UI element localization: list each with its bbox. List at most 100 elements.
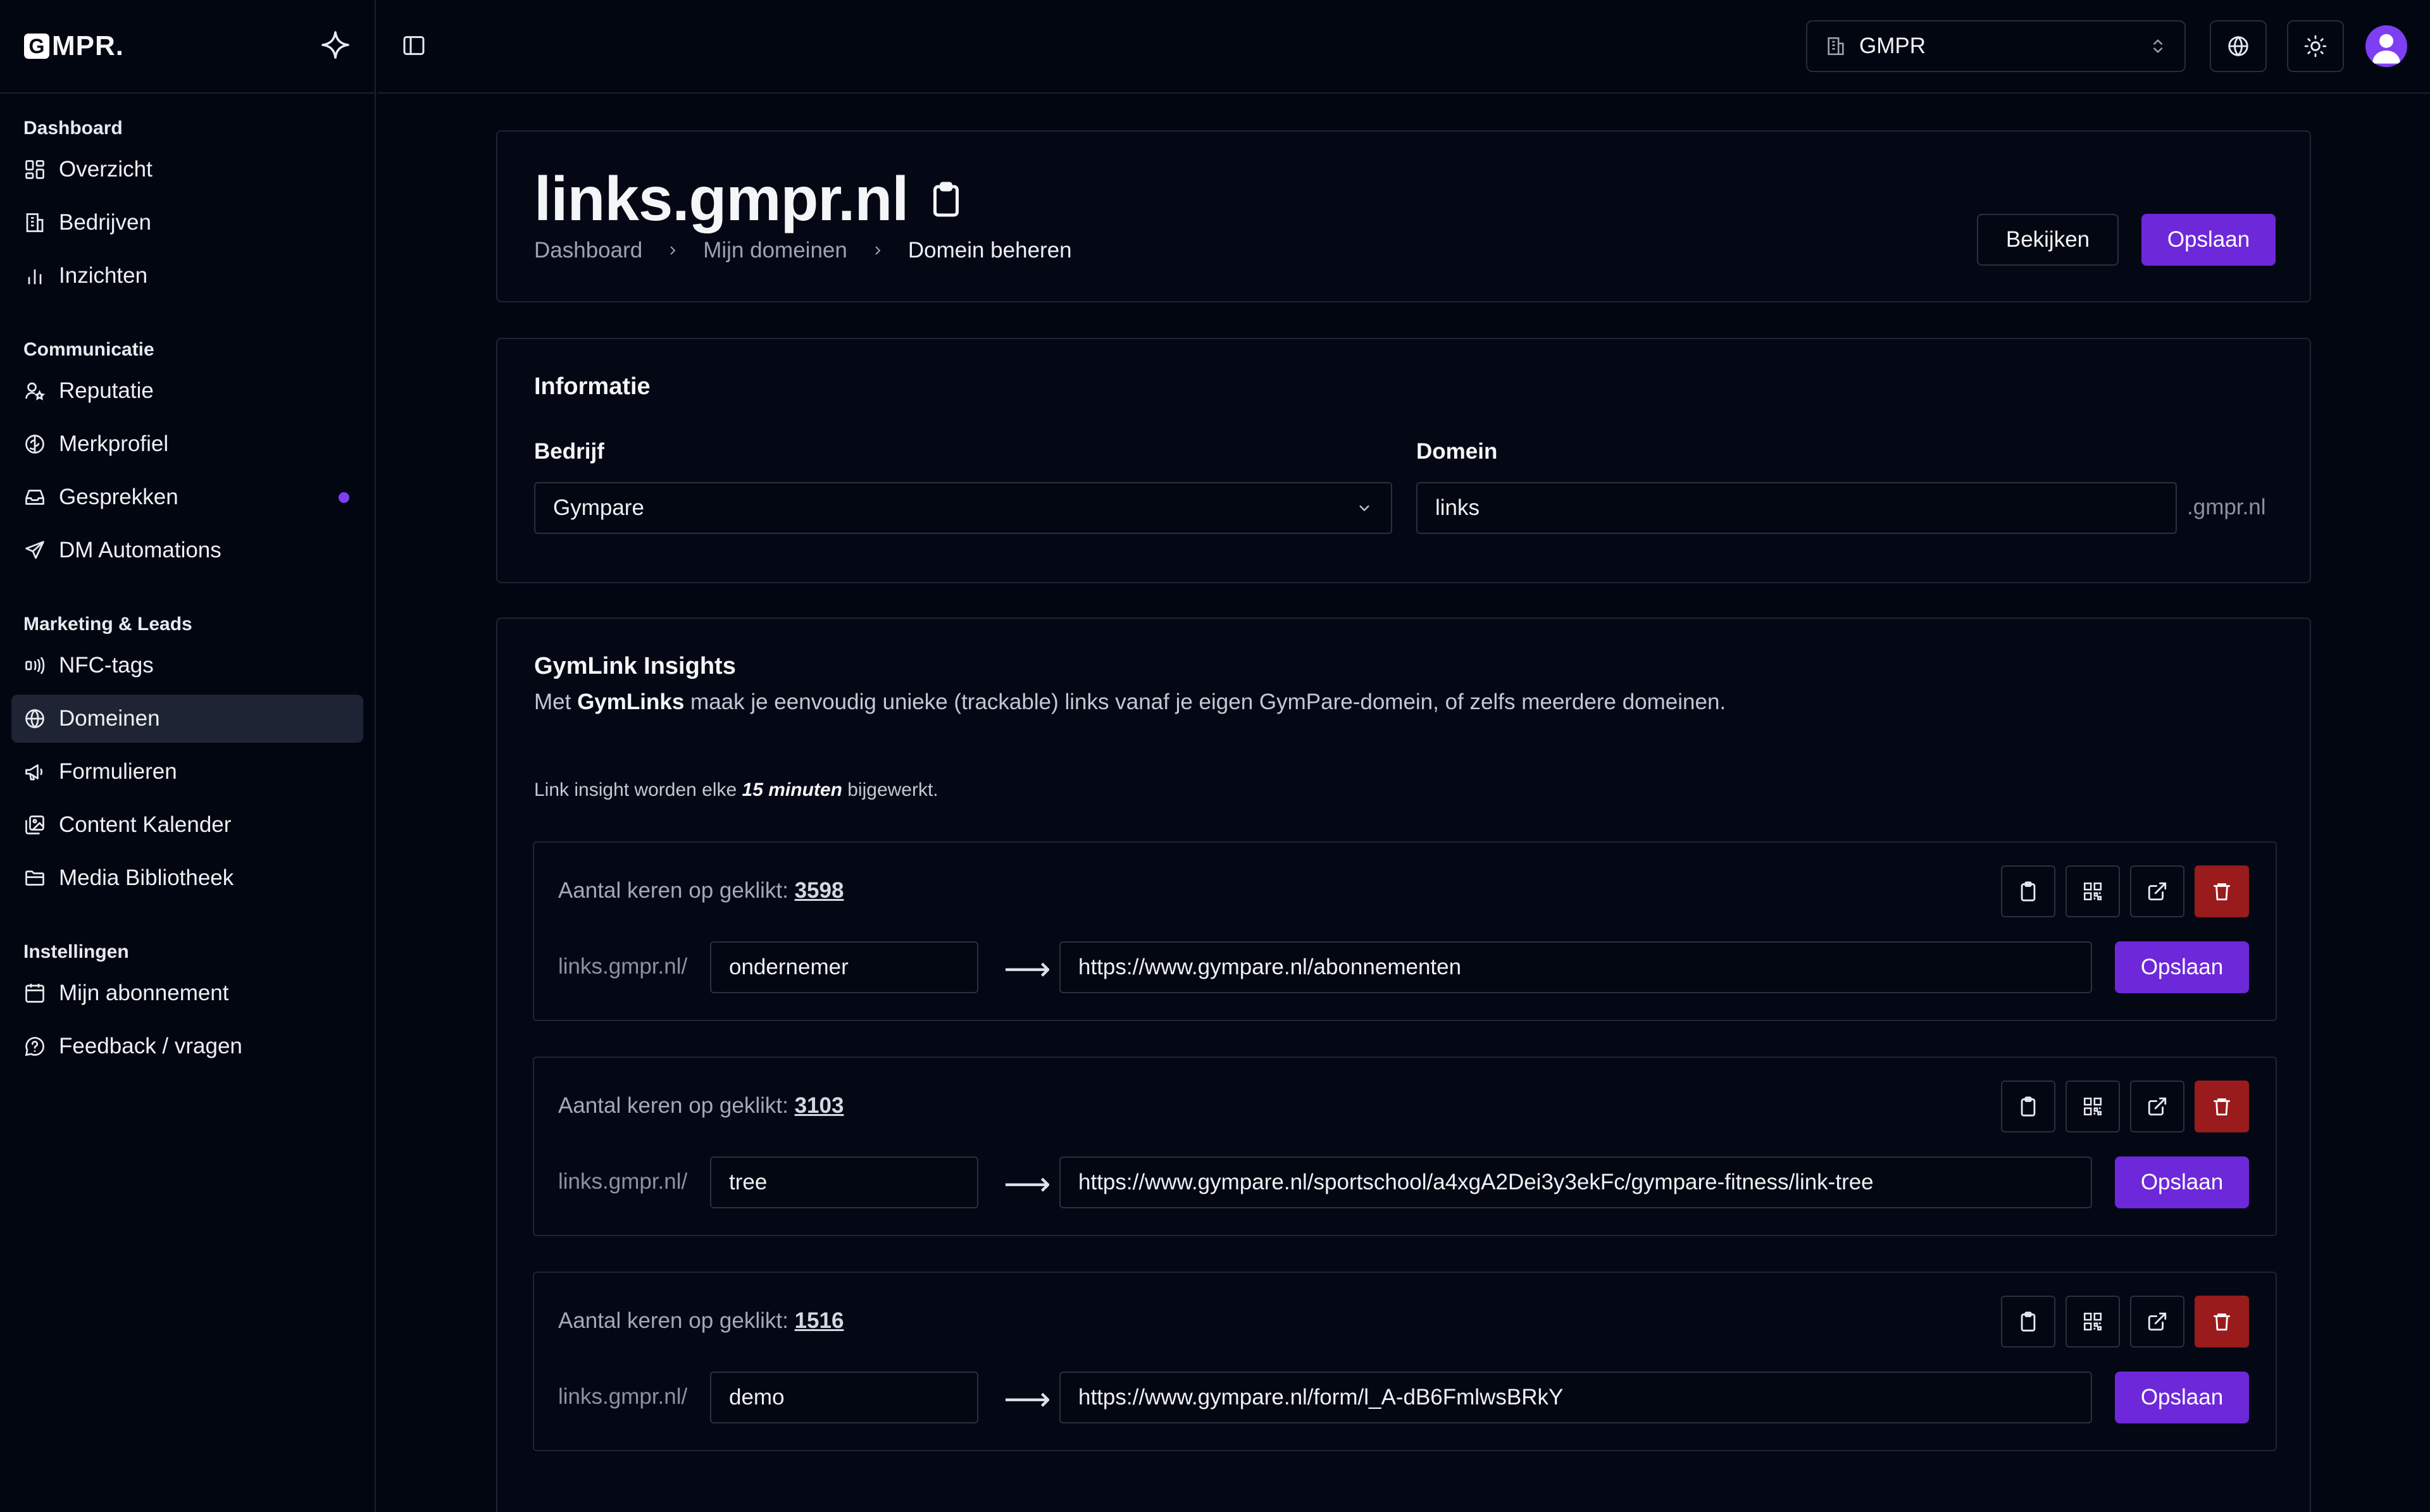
breadcrumb-dashboard[interactable]: Dashboard <box>534 238 642 263</box>
language-button[interactable] <box>2210 20 2267 72</box>
qr-code-button[interactable] <box>2066 1081 2120 1132</box>
sidebar-item-label: Inzichten <box>59 263 148 288</box>
link-item: Aantal keren op geklikt: 3103 links.gmpr… <box>533 1057 2277 1236</box>
save-link-button[interactable]: Opslaan <box>2115 1156 2249 1208</box>
arrow-right-icon: ⟶ <box>1004 1166 1051 1203</box>
breadcrumb-mijn-domeinen[interactable]: Mijn domeinen <box>703 238 847 263</box>
sidebar-item-dm-automations[interactable]: DM Automations <box>11 526 363 574</box>
sidebar-item-merkprofiel[interactable]: Merkprofiel <box>11 420 363 468</box>
slug-input[interactable]: tree <box>710 1156 978 1208</box>
sparkle-icon[interactable] <box>320 30 351 63</box>
delete-link-button[interactable] <box>2195 1081 2249 1132</box>
organization-select[interactable]: GMPR <box>1806 20 2186 72</box>
nfc-icon <box>25 657 45 674</box>
sidebar-item-overzicht[interactable]: Overzicht <box>11 146 363 194</box>
building-icon <box>26 213 44 232</box>
sidebar-toggle-icon[interactable] <box>401 33 427 58</box>
sidebar-item-label: Merkprofiel <box>59 431 169 456</box>
sidebar-item-label: Content Kalender <box>59 812 232 837</box>
insights-update-note: Link insight worden elke 15 minuten bijg… <box>534 779 938 801</box>
company-select-value: Gympare <box>553 495 644 520</box>
logo-text: MPR. <box>52 30 124 61</box>
sidebar-item-label: Bedrijven <box>59 210 151 235</box>
gymlink-insights-card: GymLink Insights Met GymLinks maak je ee… <box>496 617 2311 1512</box>
save-button[interactable]: Opslaan <box>2141 214 2276 266</box>
domain-input[interactable]: links <box>1416 482 2177 534</box>
target-url-input[interactable]: https://www.gympare.nl/form/l_A-dB6Fmlws… <box>1059 1372 2092 1423</box>
qr-code-icon <box>2083 1097 2102 1116</box>
copy-link-button[interactable] <box>2001 1296 2055 1348</box>
grid-icon <box>25 160 44 179</box>
note-text: bijgewerkt. <box>842 779 938 800</box>
qr-code-button[interactable] <box>2066 1296 2120 1348</box>
click-count-label: Aantal keren op geklikt: <box>558 878 795 903</box>
copy-link-button[interactable] <box>2001 1081 2055 1132</box>
chevron-down-icon <box>1359 505 1369 512</box>
click-count-value[interactable]: 3103 <box>795 1093 844 1118</box>
sidebar-header: G MPR. <box>0 0 375 94</box>
delete-link-button[interactable] <box>2195 865 2249 917</box>
information-title: Informatie <box>534 373 651 400</box>
sidebar-item-reputatie[interactable]: Reputatie <box>11 367 363 415</box>
sidebar-item-formulieren[interactable]: Formulieren <box>11 748 363 796</box>
page-header-card: links.gmpr.nl Dashboard Mijn domeinen Do… <box>496 130 2311 302</box>
building-icon <box>1828 37 1844 56</box>
target-url-input[interactable]: https://www.gympare.nl/sportschool/a4xgA… <box>1059 1156 2092 1208</box>
sidebar-item-content-kalender[interactable]: Content Kalender <box>11 801 363 849</box>
sidebar-heading-communicatie: Communicatie <box>23 339 154 360</box>
open-link-button[interactable] <box>2130 865 2184 917</box>
slug-input[interactable]: ondernemer <box>710 941 978 993</box>
sidebar-item-domeinen[interactable]: Domeinen <box>11 695 363 743</box>
target-url-value: https://www.gympare.nl/form/l_A-dB6Fmlws… <box>1078 1385 1564 1410</box>
slug-value: demo <box>729 1385 785 1410</box>
domain-suffix: .gmpr.nl <box>2187 495 2266 519</box>
link-item: Aantal keren op geklikt: 1516 links.gmpr… <box>533 1272 2277 1451</box>
sidebar-heading-instellingen: Instellingen <box>23 941 129 962</box>
open-link-button[interactable] <box>2130 1296 2184 1348</box>
sidebar-item-label: Media Bibliotheek <box>59 865 234 890</box>
copy-link-button[interactable] <box>2001 865 2055 917</box>
sidebar-item-label: Feedback / vragen <box>59 1034 242 1058</box>
desc-text: Met <box>534 690 578 714</box>
avatar[interactable] <box>2365 25 2407 67</box>
external-link-icon <box>2148 1312 2167 1331</box>
sidebar-item-bedrijven[interactable]: Bedrijven <box>11 199 363 247</box>
qr-code-icon <box>2083 882 2102 901</box>
qr-code-button[interactable] <box>2066 865 2120 917</box>
sidebar-item-inzichten[interactable]: Inzichten <box>11 252 363 300</box>
save-link-button[interactable]: Opslaan <box>2115 1372 2249 1423</box>
user-icon <box>2372 34 2400 64</box>
sidebar-item-label: DM Automations <box>59 538 221 562</box>
save-link-button[interactable]: Opslaan <box>2115 941 2249 993</box>
sidebar-item-label: Reputatie <box>59 378 154 403</box>
company-select[interactable]: Gympare <box>534 482 1392 534</box>
chevrons-up-down-icon <box>2153 39 2162 53</box>
open-link-button[interactable] <box>2130 1081 2184 1132</box>
sidebar-item-label: Overzicht <box>59 157 153 182</box>
delete-link-button[interactable] <box>2195 1296 2249 1348</box>
click-count-value[interactable]: 3598 <box>795 878 844 903</box>
sidebar-item-feedback[interactable]: Feedback / vragen <box>11 1022 363 1070</box>
sidebar-item-label: Formulieren <box>59 759 177 784</box>
clipboard-icon[interactable] <box>927 180 965 218</box>
trash-icon <box>2214 1313 2230 1331</box>
sidebar-item-gesprekken[interactable]: Gesprekken <box>11 473 363 521</box>
view-button[interactable]: Bekijken <box>1977 214 2119 266</box>
external-link-icon <box>2148 882 2167 901</box>
sidebar-item-mijn-abonnement[interactable]: Mijn abonnement <box>11 969 363 1017</box>
click-count-label: Aantal keren op geklikt: <box>558 1308 795 1333</box>
sidebar-item-nfc-tags[interactable]: NFC-tags <box>11 641 363 690</box>
link-prefix: links.gmpr.nl/ <box>558 954 688 979</box>
chevron-right-icon <box>670 246 676 255</box>
sidebar-heading-marketing: Marketing & Leads <box>23 614 192 635</box>
clipboard-icon <box>2021 1311 2036 1332</box>
click-count-label: Aantal keren op geklikt: <box>558 1093 795 1118</box>
click-count-value[interactable]: 1516 <box>795 1308 844 1333</box>
target-url-input[interactable]: https://www.gympare.nl/abonnementen <box>1059 941 2092 993</box>
megaphone-icon <box>25 764 43 781</box>
logo[interactable]: G MPR. <box>24 30 124 62</box>
trash-icon <box>2214 883 2230 901</box>
theme-toggle-button[interactable] <box>2287 20 2344 72</box>
sidebar-item-media-bibliotheek[interactable]: Media Bibliotheek <box>11 854 363 902</box>
slug-input[interactable]: demo <box>710 1372 978 1423</box>
